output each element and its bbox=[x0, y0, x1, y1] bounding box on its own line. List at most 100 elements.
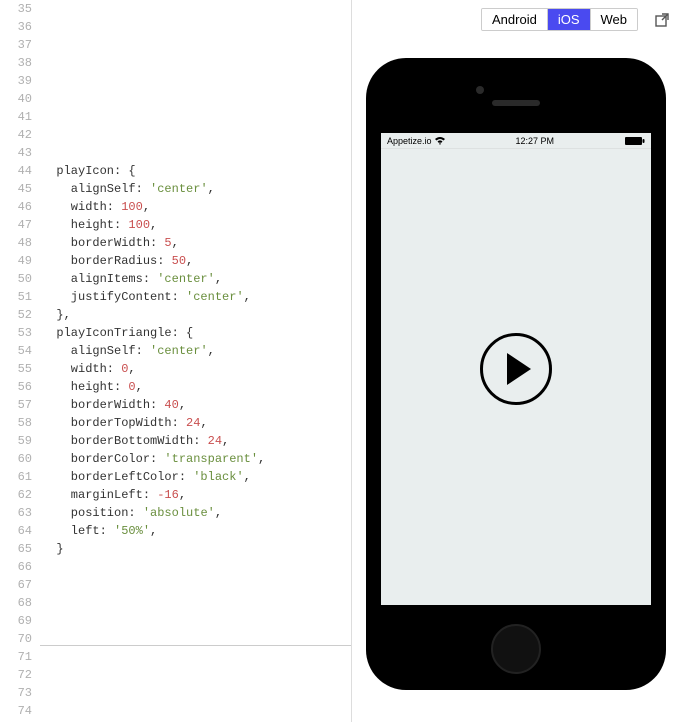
line-number: 45 bbox=[0, 180, 32, 198]
phone-screen[interactable]: Appetize.io 12:27 PM bbox=[381, 133, 651, 605]
code-line[interactable]: height: 100, bbox=[42, 216, 351, 234]
platform-bar: AndroidiOSWeb bbox=[362, 8, 672, 31]
code-line[interactable] bbox=[42, 666, 351, 684]
platform-tab-android[interactable]: Android bbox=[482, 9, 548, 30]
line-number: 67 bbox=[0, 576, 32, 594]
line-number: 42 bbox=[0, 126, 32, 144]
code-line[interactable] bbox=[42, 144, 351, 162]
code-line[interactable] bbox=[42, 576, 351, 594]
code-line[interactable]: borderLeftColor: 'black', bbox=[42, 468, 351, 486]
code-line[interactable] bbox=[42, 90, 351, 108]
line-number: 64 bbox=[0, 522, 32, 540]
code-area[interactable]: playIcon: { alignSelf: 'center', width: … bbox=[40, 0, 351, 722]
phone-earpiece bbox=[492, 100, 540, 106]
code-line[interactable]: width: 0, bbox=[42, 360, 351, 378]
line-number: 65 bbox=[0, 540, 32, 558]
line-number: 71 bbox=[0, 648, 32, 666]
line-number: 48 bbox=[0, 234, 32, 252]
code-line[interactable]: alignSelf: 'center', bbox=[42, 342, 351, 360]
code-line[interactable] bbox=[42, 702, 351, 720]
play-triangle-icon bbox=[507, 353, 531, 385]
code-line[interactable]: justifyContent: 'center', bbox=[42, 288, 351, 306]
platform-tab-ios[interactable]: iOS bbox=[548, 9, 591, 30]
code-line[interactable] bbox=[42, 612, 351, 630]
line-number: 50 bbox=[0, 270, 32, 288]
code-line[interactable]: playIcon: { bbox=[42, 162, 351, 180]
line-number: 62 bbox=[0, 486, 32, 504]
line-number: 56 bbox=[0, 378, 32, 396]
editor-divider bbox=[40, 645, 351, 646]
line-number: 40 bbox=[0, 90, 32, 108]
code-line[interactable] bbox=[42, 108, 351, 126]
code-line[interactable] bbox=[42, 594, 351, 612]
code-line[interactable] bbox=[42, 54, 351, 72]
wifi-icon bbox=[435, 137, 445, 145]
status-time: 12:27 PM bbox=[516, 136, 555, 146]
code-line[interactable] bbox=[42, 0, 351, 18]
line-number: 43 bbox=[0, 144, 32, 162]
line-number: 35 bbox=[0, 0, 32, 18]
code-line[interactable]: borderColor: 'transparent', bbox=[42, 450, 351, 468]
code-line[interactable]: }, bbox=[42, 306, 351, 324]
code-line[interactable]: position: 'absolute', bbox=[42, 504, 351, 522]
code-line[interactable]: borderRadius: 50, bbox=[42, 252, 351, 270]
line-number: 44 bbox=[0, 162, 32, 180]
battery-icon bbox=[625, 137, 645, 145]
line-number: 39 bbox=[0, 72, 32, 90]
code-line[interactable] bbox=[42, 72, 351, 90]
code-line[interactable]: marginLeft: -16, bbox=[42, 486, 351, 504]
phone-home-button[interactable] bbox=[491, 624, 541, 674]
line-number: 47 bbox=[0, 216, 32, 234]
line-number: 53 bbox=[0, 324, 32, 342]
status-left: Appetize.io bbox=[387, 136, 445, 146]
line-number: 49 bbox=[0, 252, 32, 270]
code-line[interactable] bbox=[42, 126, 351, 144]
phone-camera-dot bbox=[476, 86, 484, 94]
line-number: 73 bbox=[0, 684, 32, 702]
platform-tabs: AndroidiOSWeb bbox=[481, 8, 638, 31]
line-number: 38 bbox=[0, 54, 32, 72]
line-number: 55 bbox=[0, 360, 32, 378]
line-number: 63 bbox=[0, 504, 32, 522]
line-number: 36 bbox=[0, 18, 32, 36]
line-number: 68 bbox=[0, 594, 32, 612]
code-editor-pane: 3536373839404142434445464748495051525354… bbox=[0, 0, 352, 722]
code-line[interactable]: borderWidth: 40, bbox=[42, 396, 351, 414]
line-number: 54 bbox=[0, 342, 32, 360]
popout-icon[interactable] bbox=[652, 10, 672, 30]
line-number: 37 bbox=[0, 36, 32, 54]
line-number: 69 bbox=[0, 612, 32, 630]
code-line[interactable]: } bbox=[42, 540, 351, 558]
line-number: 41 bbox=[0, 108, 32, 126]
platform-tab-web[interactable]: Web bbox=[591, 9, 638, 30]
phone-frame: Appetize.io 12:27 PM bbox=[366, 58, 666, 690]
line-gutter: 3536373839404142434445464748495051525354… bbox=[0, 0, 40, 722]
status-right bbox=[625, 137, 645, 145]
carrier-label: Appetize.io bbox=[387, 136, 432, 146]
code-line[interactable]: playIconTriangle: { bbox=[42, 324, 351, 342]
line-number: 66 bbox=[0, 558, 32, 576]
line-number: 46 bbox=[0, 198, 32, 216]
code-line[interactable] bbox=[42, 684, 351, 702]
code-line[interactable]: left: '50%', bbox=[42, 522, 351, 540]
play-icon[interactable] bbox=[480, 333, 552, 405]
line-number: 74 bbox=[0, 702, 32, 720]
line-number: 58 bbox=[0, 414, 32, 432]
line-number: 59 bbox=[0, 432, 32, 450]
code-line[interactable]: height: 0, bbox=[42, 378, 351, 396]
line-number: 52 bbox=[0, 306, 32, 324]
code-line[interactable]: borderBottomWidth: 24, bbox=[42, 432, 351, 450]
code-line[interactable] bbox=[42, 36, 351, 54]
code-line[interactable] bbox=[42, 648, 351, 666]
code-line[interactable]: borderTopWidth: 24, bbox=[42, 414, 351, 432]
line-number: 72 bbox=[0, 666, 32, 684]
code-line[interactable]: alignItems: 'center', bbox=[42, 270, 351, 288]
line-number: 60 bbox=[0, 450, 32, 468]
code-line[interactable]: borderWidth: 5, bbox=[42, 234, 351, 252]
code-line[interactable]: alignSelf: 'center', bbox=[42, 180, 351, 198]
line-number: 57 bbox=[0, 396, 32, 414]
code-line[interactable]: width: 100, bbox=[42, 198, 351, 216]
preview-pane: AndroidiOSWeb Appetize.io 12:27 PM bbox=[352, 0, 682, 722]
code-line[interactable] bbox=[42, 558, 351, 576]
code-line[interactable] bbox=[42, 18, 351, 36]
